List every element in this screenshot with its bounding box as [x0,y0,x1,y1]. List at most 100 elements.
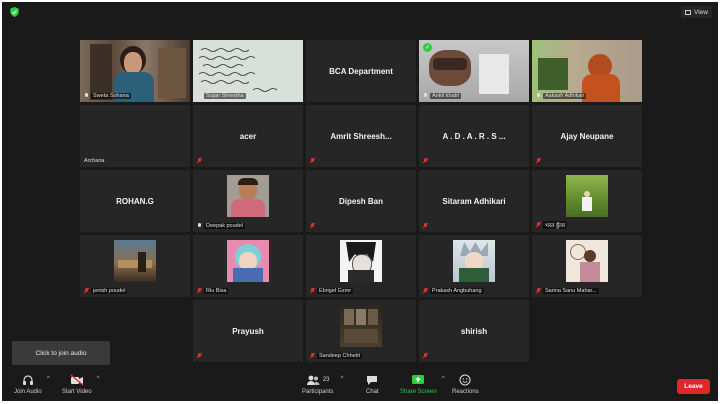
participant-name: Prakash Angbuhang [423,288,484,294]
chevron-up-icon[interactable]: ^ [47,376,50,382]
participant-name: jenish poudel [84,288,128,294]
participant-tile-active-speaker[interactable]: ✓ Ankit khatri [419,40,529,102]
participant-name: Archana [84,158,105,164]
chat-bubble-icon [367,376,378,385]
participant-name: भरत कुँवर [536,221,568,229]
reactions-button[interactable]: Reactions [452,373,479,395]
participants-button[interactable]: 23 ^ Participants [302,373,343,395]
mic-muted-icon [197,353,202,359]
participant-display-name: shirish [460,326,488,336]
participant-tile[interactable]: Aakash Adhikari [532,40,642,102]
participant-tile[interactable]: Sweta Sohana [80,40,190,102]
profile-picture [340,240,382,282]
muted-indicator [423,223,428,229]
participant-tile[interactable]: acer [193,105,303,167]
join-audio-button[interactable]: ^ Join Audio [14,373,50,395]
participant-tile[interactable]: A . D . A . R . S ... [419,105,529,167]
share-screen-button[interactable]: ^ Share Screen [400,373,445,395]
leave-button[interactable]: Leave [677,379,710,394]
participant-name: Sujan Shrestha [197,93,246,99]
muted-indicator [197,353,202,359]
verified-check-icon: ✓ [423,43,432,52]
meeting-window: View Sweta Sohana Sujan Shrestha BCA Dep… [2,2,718,401]
participant-display-name: Sitaram Adhikari [442,196,506,206]
profile-picture [566,240,608,282]
muted-indicator [423,353,428,359]
mic-muted-icon [423,353,428,359]
profile-picture [227,240,269,282]
participant-tile[interactable]: BCA Department [306,40,416,102]
reactions-smiley-icon [459,374,471,386]
participant-tile[interactable]: Ebrigel Gzmr [306,235,416,297]
participant-tile[interactable]: shirish [419,300,529,362]
muted-indicator [423,158,428,164]
participant-name: Ankit khatri [423,93,462,99]
mic-muted-icon [423,223,428,229]
share-screen-label: Share Screen [400,389,437,395]
participant-tile[interactable]: Archana [80,105,190,167]
participant-display-name: Dipesh Ban [338,196,383,206]
chevron-up-icon[interactable]: ^ [442,376,445,382]
participant-display-name: acer [239,131,257,141]
participant-name: Riu Bisa [197,288,229,294]
muted-indicator [536,158,541,164]
participant-tile[interactable]: Amrit Shreesh... [306,105,416,167]
join-audio-label: Join Audio [14,389,42,395]
meeting-toolbar: ^ Join Audio ^ Start Video 23 ^ Particip… [2,368,718,401]
profile-picture [566,175,608,217]
view-label: View [694,8,708,16]
mic-muted-icon [310,223,315,229]
participants-label: Participants [302,389,334,395]
mic-muted-icon [197,158,202,164]
participant-display-name: Prayush [232,326,264,336]
participant-tile[interactable]: Dipesh Ban [306,170,416,232]
security-shield-icon [10,7,19,17]
reactions-label: Reactions [452,389,479,395]
participant-tile[interactable]: Sarina Sanu Mahar... [532,235,642,297]
participant-tile[interactable]: jenish poudel [80,235,190,297]
profile-picture [340,305,382,347]
participant-tile[interactable]: Prakash Angbuhang [419,235,529,297]
participant-name: Sarina Sanu Mahar... [536,288,599,294]
mic-muted-icon [310,158,315,164]
participant-tile[interactable]: Riu Bisa [193,235,303,297]
mic-muted-icon [536,158,541,164]
participant-display-name: BCA Department [329,66,393,76]
participant-tile[interactable]: Prayush [193,300,303,362]
participant-name: Ebrigel Gzmr [310,288,354,294]
chat-label: Chat [366,389,379,395]
start-video-label: Start Video [62,389,92,395]
muted-indicator [310,223,315,229]
participant-name: Sweta Sohana [84,93,131,99]
participant-tile[interactable]: ROHAN.G [80,170,190,232]
participant-tile[interactable]: Deepak poudel [193,170,303,232]
participant-tile[interactable]: Sitaram Adhikari [419,170,529,232]
share-screen-icon [412,375,425,384]
start-video-button[interactable]: ^ Start Video [62,373,100,395]
chevron-up-icon[interactable]: ^ [341,376,344,382]
participants-count: 23 [322,377,330,383]
muted-indicator [310,158,315,164]
headphones-icon [22,375,33,385]
participant-name: Aakash Adhikari [536,93,587,99]
participant-tile[interactable]: भरत कुँवर [532,170,642,232]
profile-picture [114,240,156,282]
muted-indicator [197,158,202,164]
join-audio-toast[interactable]: Click to join audio [12,341,110,365]
participant-tile[interactable]: Ajay Neupane [532,105,642,167]
grid-view-icon [685,9,692,15]
video-camera-off-icon [70,374,84,386]
participant-tile[interactable]: Sujan Shrestha [193,40,303,102]
participant-display-name: Ajay Neupane [560,131,614,141]
participant-name: Deepak poudel [197,223,246,229]
participants-icon [306,375,320,385]
mic-muted-icon [423,158,428,164]
participant-tile[interactable]: Sandeep Chhetri [306,300,416,362]
chevron-up-icon[interactable]: ^ [97,376,100,382]
participant-display-name: Amrit Shreesh... [330,131,392,141]
profile-picture [453,240,495,282]
participant-display-name: A . D . A . R . S ... [442,131,506,141]
view-button[interactable]: View [681,6,712,18]
chat-button[interactable]: Chat [366,373,379,395]
profile-picture [227,175,269,217]
